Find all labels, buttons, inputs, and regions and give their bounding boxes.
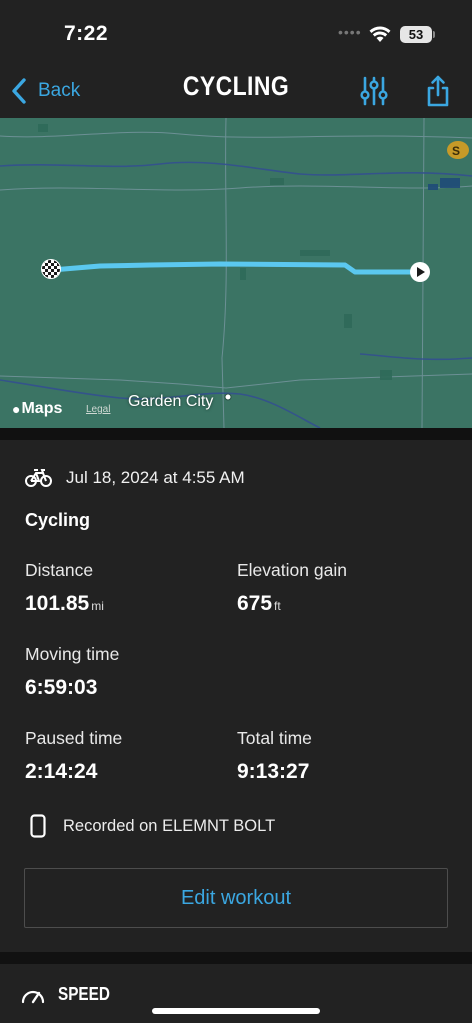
- svg-text:S: S: [452, 144, 460, 158]
- status-time: 7:22: [64, 22, 109, 45]
- chevron-left-icon: [12, 78, 26, 104]
- moving-time-label: Moving time: [25, 644, 120, 664]
- section-divider: [0, 952, 472, 964]
- total-time-label: Total time: [237, 728, 312, 748]
- cellular-signal-icon: ••••: [338, 24, 362, 40]
- speedometer-icon: [21, 990, 45, 1003]
- date-row: Jul 18, 2024 at 4:55 AM: [25, 468, 245, 488]
- share-icon[interactable]: [424, 74, 452, 108]
- checkered-flag-icon: [41, 259, 61, 279]
- speed-header: SPEED: [20, 984, 119, 1005]
- apple-maps-logo: ● Maps: [12, 400, 63, 417]
- edit-workout-button[interactable]: Edit workout: [24, 868, 448, 928]
- paused-time-label: Paused time: [25, 728, 123, 748]
- distance-label: Distance: [25, 560, 94, 580]
- recorded-on-row: Recorded on ELEMNT BOLT: [30, 814, 275, 838]
- speed-title: SPEED: [58, 984, 110, 1004]
- elevation-gain-label: Elevation gain: [237, 560, 347, 580]
- route-map[interactable]: S ● Maps Legal Garden City: [0, 118, 472, 428]
- play-arrow-icon: [410, 262, 430, 282]
- elevation-unit: ft: [274, 599, 281, 613]
- total-time-value: 9:13:27: [237, 760, 310, 783]
- section-divider: [0, 428, 472, 440]
- activity-type: Cycling: [25, 510, 91, 530]
- apple-icon: ●: [12, 401, 21, 417]
- elevation-gain-value: 675 ft: [237, 592, 281, 615]
- status-bar: 7:22 •••• 53: [0, 0, 472, 62]
- speed-section[interactable]: SPEED: [0, 964, 472, 1023]
- distance-unit: mi: [91, 599, 104, 613]
- legal-link[interactable]: Legal: [86, 404, 110, 415]
- workout-details: Jul 18, 2024 at 4:55 AM Cycling Distance…: [0, 440, 472, 952]
- recorded-on-text: Recorded on ELEMNT BOLT: [63, 816, 276, 835]
- paused-time-value: 2:14:24: [25, 760, 98, 783]
- workout-date: Jul 18, 2024 at 4:55 AM: [66, 468, 245, 487]
- home-indicator[interactable]: [152, 1008, 320, 1014]
- map-terrain: S: [0, 118, 472, 428]
- route-line: [49, 261, 423, 275]
- navigation-bar: Back CYCLING: [0, 62, 472, 118]
- wifi-icon: [369, 26, 391, 42]
- sliders-icon[interactable]: [358, 76, 390, 106]
- distance-value: 101.85 mi: [25, 592, 104, 615]
- moving-time-value: 6:59:03: [25, 676, 98, 699]
- device-icon: [30, 814, 46, 838]
- battery-tip: [433, 31, 435, 38]
- city-label: Garden City: [128, 393, 214, 410]
- bicycle-icon: [25, 469, 52, 487]
- battery-icon: 53: [400, 26, 432, 43]
